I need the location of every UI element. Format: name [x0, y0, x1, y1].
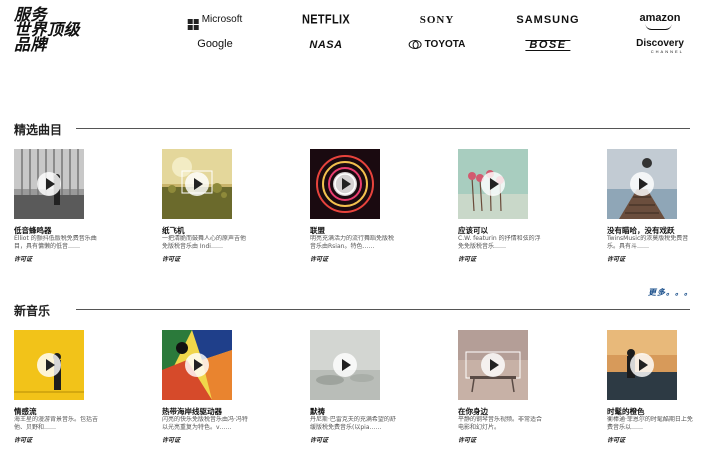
amazon-logo-text: amazon	[639, 12, 681, 24]
netflix-logo: NETFLIX	[302, 13, 350, 27]
license-link[interactable]: 许可证	[14, 435, 32, 444]
new-track-card[interactable]: 热带海岸线驱动器 闪亮的快乐免版税音乐由冯·冯特以光亮重复为特色。v…… 许可证	[162, 330, 258, 444]
toyota-logo-text: TOYOTA	[424, 39, 466, 50]
bose-logo: BOSE	[525, 40, 571, 51]
new-track-card[interactable]: 默祷 丹尼斯·巴雷克夫的充满希望的舒缓版税免费音乐(以pia…… 许可证	[310, 330, 406, 444]
track-description: 平静的钢琴音乐视频。非常适合电影和幻灯片。	[458, 416, 543, 431]
play-icon[interactable]	[185, 172, 209, 196]
featured-track-card[interactable]: 没有瞄哈，没有戏跃 TwinsMusic的浓莫版税免费音乐。具有斗…… 许可证	[607, 149, 703, 263]
microsoft-logo-text: Microsoft	[201, 14, 243, 25]
license-link[interactable]: 许可证	[458, 435, 476, 444]
track-cover[interactable]	[162, 330, 232, 400]
featured-track-card[interactable]: 联盟 明亮充满活力的流行舞蹈免版税音乐由Rsian。特色…… 许可证	[310, 149, 406, 263]
amazon-logo: amazon	[639, 12, 681, 30]
play-icon[interactable]	[481, 353, 505, 377]
samsung-logo: SAMSUNG	[516, 14, 580, 26]
new-track-card[interactable]: 时髦的橙色 衡棒通·菲恩尔的时髦酷期日上免费音乐以…… 许可证	[607, 330, 703, 444]
track-cover[interactable]	[14, 330, 84, 400]
track-cover[interactable]	[310, 330, 380, 400]
featured-section-divider	[76, 128, 690, 129]
track-description: Elliot 的颤抖低版税免费音乐曲目，具有慵懒的低音……	[14, 235, 97, 250]
track-description: 海王星的漫游背景音乐。包括吉他、贝野和……	[14, 416, 99, 431]
featured-track-card[interactable]: 应该可以 C.W. featurin 的抒情和弦的浮免免版税音乐…… 许可证	[458, 149, 554, 263]
license-link[interactable]: 许可证	[458, 254, 476, 263]
license-link[interactable]: 许可证	[310, 254, 328, 263]
discovery-logo-text: Discovery	[636, 38, 684, 49]
track-description: 丹尼斯·巴雷克夫的充满希望的舒缓版税免费音乐(以pia……	[310, 416, 396, 431]
play-icon[interactable]	[185, 353, 209, 377]
toyota-logo: TOYOTA	[408, 39, 466, 50]
play-icon[interactable]	[630, 172, 654, 196]
new-music-section-divider	[76, 309, 690, 310]
google-logo: Google	[197, 38, 233, 50]
sony-logo: SONY	[419, 14, 455, 26]
brand-logo-grid: Microsoft NETFLIX SONY SAMSUNG amazon Go…	[0, 0, 720, 60]
play-icon[interactable]	[333, 172, 357, 196]
featured-section-title: 精选曲目	[14, 123, 63, 137]
track-cover[interactable]	[458, 330, 528, 400]
play-icon[interactable]	[37, 172, 61, 196]
play-icon[interactable]	[333, 353, 357, 377]
track-description: 明亮充满活力的流行舞蹈免版税音乐由Rsian。特色……	[310, 235, 395, 250]
play-icon[interactable]	[37, 353, 61, 377]
featured-track-card[interactable]: 纸飞机 一把清脆而鼓舞人心的原声吉他免版税音乐由 Indi…… 许可证	[162, 149, 258, 263]
track-cover[interactable]	[458, 149, 528, 219]
track-cover[interactable]	[14, 149, 84, 219]
track-description: 闪亮的快乐免版税音乐由冯·冯特以光亮重复为特色。v……	[162, 416, 248, 431]
play-icon[interactable]	[481, 172, 505, 196]
license-link[interactable]: 许可证	[310, 435, 328, 444]
play-icon[interactable]	[630, 353, 654, 377]
track-description: C.W. featurin 的抒情和弦的浮免免版税音乐……	[458, 235, 541, 250]
new-music-section-title: 新音乐	[14, 304, 51, 318]
more-link[interactable]: 更多。。。	[648, 287, 693, 298]
featured-track-card[interactable]: 低音蜂鸣器 Elliot 的颤抖低版税免费音乐曲目，具有慵懒的低音…… 许可证	[14, 149, 110, 263]
track-cover[interactable]	[162, 149, 232, 219]
discovery-logo-subtext: CHANNEL	[650, 49, 684, 54]
nasa-logo: NASA	[309, 39, 343, 51]
track-description: 一把清脆而鼓舞人心的原声吉他免版税音乐由 Indi……	[162, 235, 247, 250]
license-link[interactable]: 许可证	[607, 254, 625, 263]
new-track-card[interactable]: 情感流 海王星的漫游背景音乐。包括吉他、贝野和…… 许可证	[14, 330, 110, 444]
discovery-logo: Discovery CHANNEL	[636, 39, 684, 54]
license-link[interactable]: 许可证	[607, 435, 625, 444]
track-cover[interactable]	[607, 149, 677, 219]
track-description: 衡棒通·菲恩尔的时髦酷期日上免费音乐以……	[607, 416, 693, 431]
toyota-emblem-icon	[408, 40, 422, 49]
track-description: TwinsMusic的浓莫版税免费音乐。具有斗……	[607, 235, 689, 250]
license-link[interactable]: 许可证	[14, 254, 32, 263]
microsoft-logo: Microsoft	[187, 14, 243, 30]
new-track-card[interactable]: 在你身边 平静的钢琴音乐视频。非常适合电影和幻灯片。 许可证	[458, 330, 554, 444]
microsoft-squares-icon	[187, 19, 199, 30]
track-cover[interactable]	[310, 149, 380, 219]
license-link[interactable]: 许可证	[162, 254, 180, 263]
amazon-smile-icon	[645, 24, 672, 30]
track-cover[interactable]	[607, 330, 677, 400]
license-link[interactable]: 许可证	[162, 435, 180, 444]
